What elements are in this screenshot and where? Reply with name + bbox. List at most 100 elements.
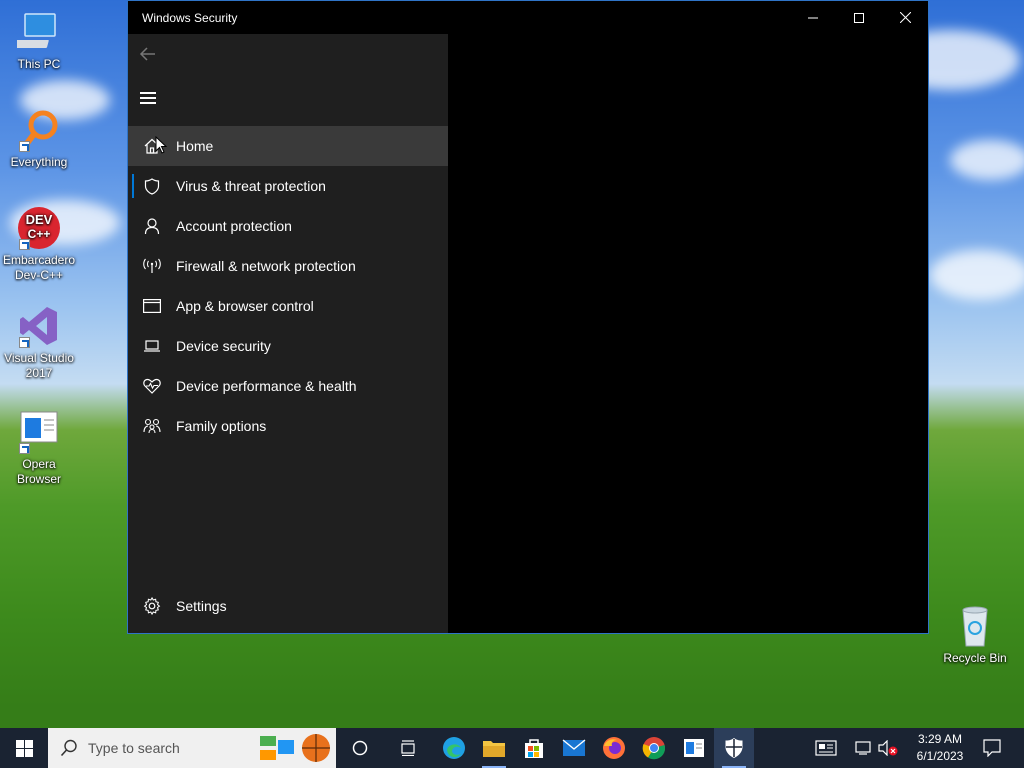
cortana-circle-icon xyxy=(352,740,368,756)
nav-item-device-security[interactable]: Device security xyxy=(128,326,448,366)
news-icon xyxy=(815,740,837,756)
nav-item-home[interactable]: Home xyxy=(128,126,448,166)
taskbar-mail[interactable] xyxy=(554,728,594,768)
nav-item-label: Account protection xyxy=(176,218,292,234)
desktop-icon-label: Opera Browser xyxy=(16,457,61,486)
desktop-icon-this-pc[interactable]: This PC xyxy=(1,10,77,72)
edge-icon xyxy=(443,737,465,759)
antenna-icon xyxy=(128,258,176,274)
taskbar-chrome[interactable] xyxy=(634,728,674,768)
minimize-icon xyxy=(808,17,818,18)
cloud xyxy=(930,250,1024,300)
person-icon xyxy=(128,218,176,234)
chrome-icon xyxy=(642,737,666,760)
start-button[interactable] xyxy=(4,728,44,768)
opera-window-icon xyxy=(17,410,61,454)
heart-pulse-icon xyxy=(128,378,176,394)
windows-security-window: Windows Security Home Virus & threat pro… xyxy=(127,0,929,634)
desktop-icon-visual-studio[interactable]: Visual Studio 2017 xyxy=(1,304,77,381)
taskbar-windows-security[interactable] xyxy=(714,728,754,768)
nav-item-label: Settings xyxy=(176,598,227,614)
folder-icon xyxy=(483,741,505,757)
nav-item-label: Device performance & health xyxy=(176,378,357,394)
nav-item-virus-threat-protection[interactable]: Virus & threat protection xyxy=(128,166,448,206)
minimize-button[interactable] xyxy=(790,1,836,34)
desktop-icon-label: Everything xyxy=(10,155,68,169)
taskbar-edge[interactable] xyxy=(434,728,474,768)
nav-item-label: Virus & threat protection xyxy=(176,178,326,194)
taskbar-opera-window[interactable] xyxy=(674,728,714,768)
desktop-icon-recycle-bin[interactable]: Recycle Bin xyxy=(937,604,1013,666)
nav-item-settings[interactable]: Settings xyxy=(128,586,448,626)
shield-icon xyxy=(725,738,743,758)
clock-date: 6/1/2023 xyxy=(916,749,964,763)
back-button[interactable] xyxy=(138,44,158,64)
search-icon xyxy=(60,739,77,757)
desktop-icon-label: This PC xyxy=(17,57,61,71)
task-view-button[interactable] xyxy=(388,728,428,768)
nav-item-label: App & browser control xyxy=(176,298,314,314)
taskbar-firefox[interactable] xyxy=(594,728,634,768)
navigation-pane: Home Virus & threat protection Account p… xyxy=(128,34,448,633)
taskbar-clock[interactable]: 3:29 AM 6/1/2023 xyxy=(900,731,980,765)
nav-item-label: Device security xyxy=(176,338,271,354)
firefox-icon xyxy=(603,737,625,759)
content-pane xyxy=(448,34,928,633)
devcpp-logo-icon: DEV C++ xyxy=(17,206,61,250)
cloud xyxy=(950,140,1024,180)
search-input[interactable] xyxy=(88,740,268,756)
back-arrow-icon xyxy=(139,47,155,61)
window-title: Windows Security xyxy=(142,11,238,25)
maximize-icon xyxy=(854,12,864,23)
taskbar-file-explorer[interactable] xyxy=(474,728,514,768)
nav-item-firewall-network-protection[interactable]: Firewall & network protection xyxy=(128,246,448,286)
title-bar[interactable]: Windows Security xyxy=(128,1,928,34)
task-view-icon xyxy=(401,740,415,756)
volume-muted-icon xyxy=(878,740,898,756)
cortana-button[interactable] xyxy=(340,728,380,768)
notification-icon xyxy=(983,739,1001,757)
taskbar-store[interactable] xyxy=(514,728,554,768)
network-tray-button[interactable] xyxy=(852,728,876,768)
nav-item-label: Family options xyxy=(176,418,267,434)
volume-tray-button[interactable] xyxy=(876,728,900,768)
desktop-icon-opera[interactable]: Opera Browser xyxy=(1,410,77,487)
maximize-button[interactable] xyxy=(836,1,882,34)
desktop-icon-label: Visual Studio 2017 xyxy=(4,351,74,380)
close-button[interactable] xyxy=(882,1,928,34)
network-icon xyxy=(855,741,871,755)
action-center-button[interactable] xyxy=(972,728,1012,768)
nav-item-device-performance-health[interactable]: Device performance & health xyxy=(128,366,448,406)
magnifier-icon xyxy=(17,108,61,152)
shield-icon xyxy=(128,177,176,195)
search-highlight-icon xyxy=(260,734,330,762)
home-icon xyxy=(128,138,176,154)
desktop-icon-label: Embarcadero Dev-C++ xyxy=(2,253,76,282)
desktop-icon-everything[interactable]: Everything xyxy=(1,108,77,170)
desktop-icon-devcpp[interactable]: DEV C++ Embarcadero Dev-C++ xyxy=(1,206,77,283)
desktop-icon-label: Recycle Bin xyxy=(943,651,1007,665)
recycle-bin-icon xyxy=(953,604,997,648)
nav-item-app-browser-control[interactable]: App & browser control xyxy=(128,286,448,326)
visual-studio-icon xyxy=(17,304,61,348)
taskbar-search-box[interactable] xyxy=(48,728,336,768)
close-icon xyxy=(899,12,911,23)
laptop-icon xyxy=(128,339,176,353)
menu-toggle-button[interactable] xyxy=(140,92,156,104)
family-icon xyxy=(128,418,176,434)
nav-item-label: Firewall & network protection xyxy=(176,258,356,274)
selection-indicator xyxy=(132,174,134,198)
gear-icon xyxy=(128,597,176,615)
hamburger-icon xyxy=(140,92,156,94)
windows-logo-icon xyxy=(15,739,33,757)
clock-time: 3:29 AM xyxy=(917,732,963,746)
nav-item-family-options[interactable]: Family options xyxy=(128,406,448,446)
mail-envelope-icon xyxy=(562,739,586,756)
nav-item-label: Home xyxy=(176,138,214,154)
browser-window-icon xyxy=(128,299,176,313)
computer-icon xyxy=(11,10,61,54)
mouse-cursor-icon xyxy=(155,136,167,154)
opera-window-icon xyxy=(684,739,704,757)
news-widget-button[interactable] xyxy=(806,728,846,768)
nav-item-account-protection[interactable]: Account protection xyxy=(128,206,448,246)
